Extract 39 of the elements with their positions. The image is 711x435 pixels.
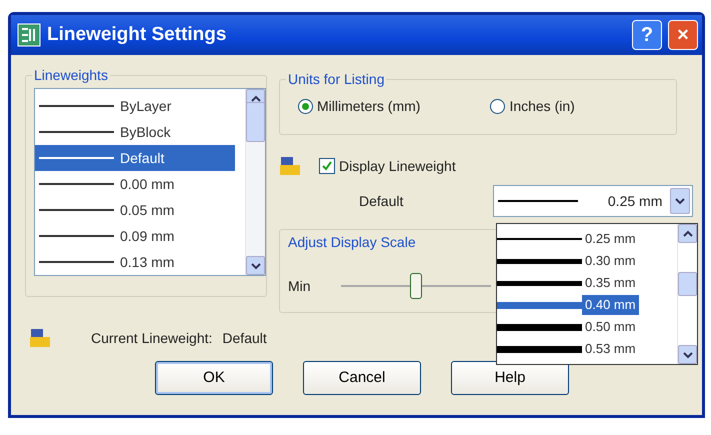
- help-button[interactable]: ?: [632, 20, 662, 50]
- app-icon: [17, 23, 41, 47]
- list-item[interactable]: 0.00 mm: [35, 171, 235, 197]
- list-item[interactable]: ByLayer: [35, 93, 235, 119]
- dropdown-item[interactable]: 0.35 mm: [497, 272, 677, 294]
- layer-icon: [29, 327, 51, 349]
- dialog-button[interactable]: Cancel: [303, 361, 421, 395]
- check-icon: [321, 160, 333, 172]
- scroll-up-icon[interactable]: [678, 224, 697, 243]
- list-item[interactable]: 0.05 mm: [35, 197, 235, 223]
- scrollbar[interactable]: [245, 89, 265, 275]
- scroll-down-icon[interactable]: [246, 256, 265, 275]
- lineweight-dropdown[interactable]: 0.25 mm: [493, 185, 694, 217]
- dropdown-item[interactable]: 0.30 mm: [497, 250, 677, 272]
- current-lineweight-value: Default: [222, 328, 267, 348]
- scroll-thumb[interactable]: [678, 272, 697, 296]
- dialog-button[interactable]: Help: [451, 361, 569, 395]
- units-radio[interactable]: Millimeters (mm): [298, 96, 420, 117]
- scrollbar[interactable]: [677, 224, 697, 364]
- scroll-down-icon[interactable]: [678, 345, 697, 364]
- display-lineweight-checkbox[interactable]: Display Lineweight: [319, 156, 456, 176]
- current-lineweight-label: Current Lineweight:: [91, 328, 212, 348]
- dropdown-item[interactable]: 0.53 mm: [497, 338, 677, 360]
- dialog-button[interactable]: OK: [155, 361, 273, 395]
- min-label: Min: [288, 276, 311, 296]
- list-item[interactable]: Default: [35, 145, 235, 171]
- list-item[interactable]: 0.09 mm: [35, 223, 235, 249]
- slider-thumb[interactable]: [410, 273, 422, 299]
- list-item[interactable]: 0.13 mm: [35, 249, 235, 275]
- default-label: Default: [359, 192, 404, 210]
- list-item[interactable]: ByBlock: [35, 119, 235, 145]
- dropdown-item[interactable]: 0.25 mm: [497, 228, 677, 250]
- window-title: Lineweight Settings: [47, 22, 228, 47]
- units-radio[interactable]: Inches (in): [490, 96, 575, 117]
- dropdown-item[interactable]: 0.50 mm: [497, 316, 677, 338]
- scroll-thumb[interactable]: [246, 102, 265, 142]
- dropdown-item[interactable]: 0.40 mm: [497, 294, 677, 316]
- layer-icon: [279, 155, 301, 177]
- close-button[interactable]: ×: [668, 20, 698, 50]
